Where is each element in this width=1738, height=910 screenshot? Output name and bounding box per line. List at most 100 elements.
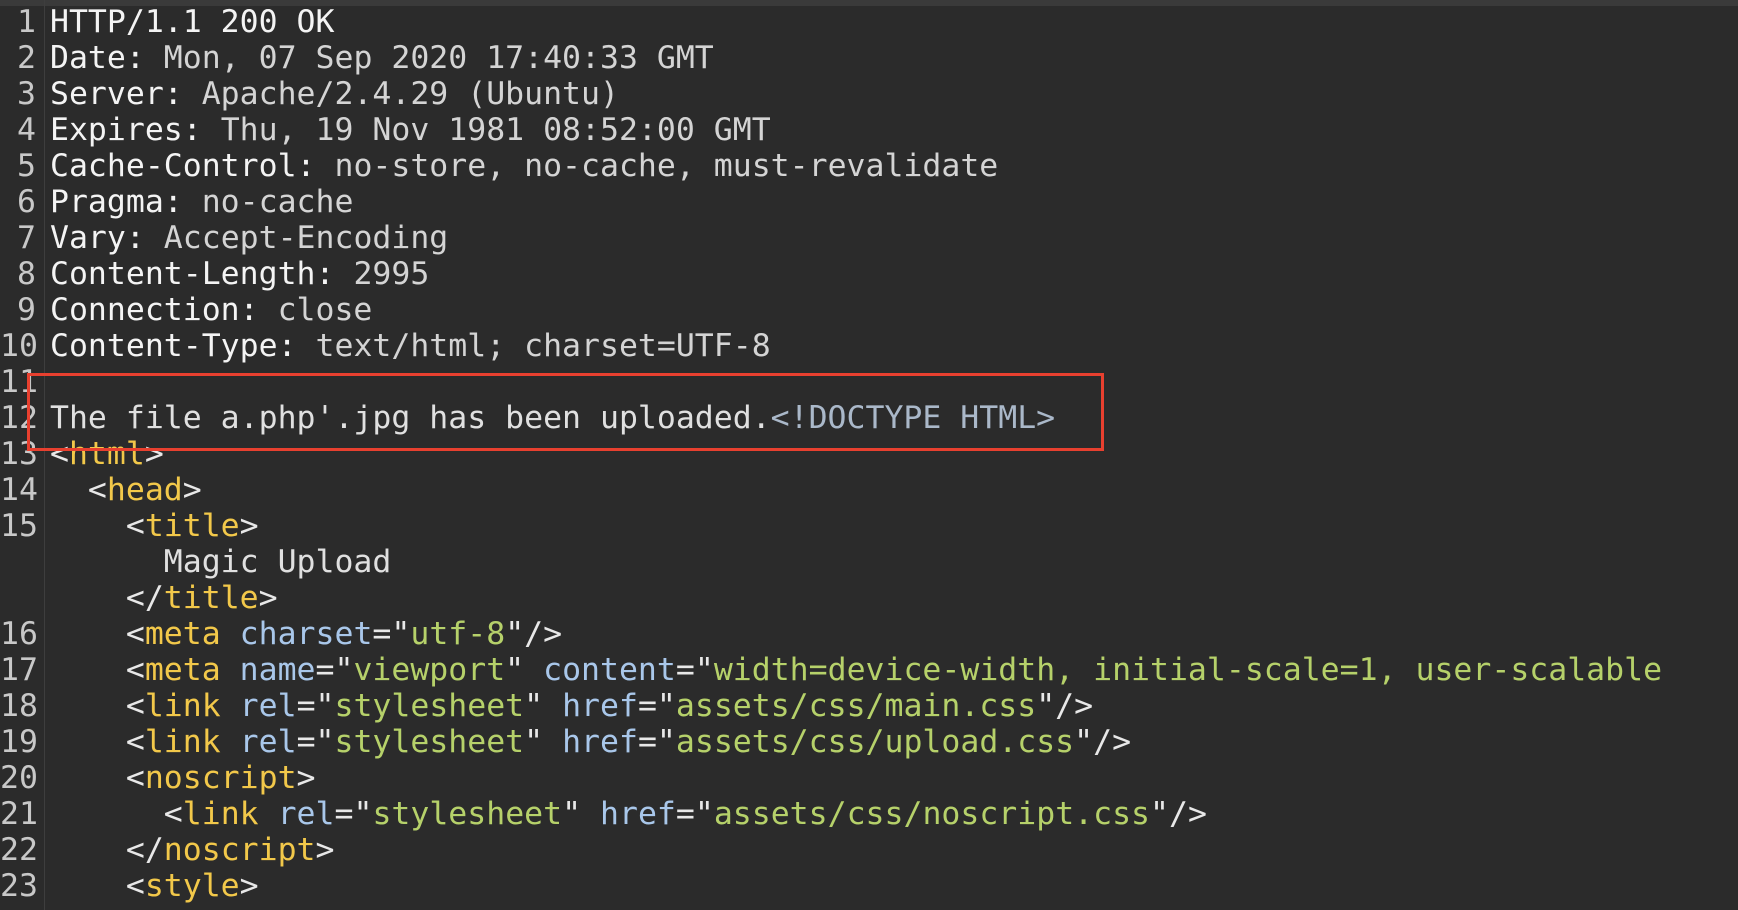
code-token: > — [296, 760, 316, 796]
line-content: </title> — [50, 580, 278, 616]
code-token: viewport — [353, 652, 506, 688]
code-token: stylesheet — [334, 688, 525, 724]
code-token: =" — [315, 652, 354, 688]
line-content: <title> — [50, 508, 259, 544]
code-token: Content-Type: — [50, 328, 316, 364]
line-content: Server: Apache/2.4.29 (Ubuntu) — [50, 76, 619, 112]
code-token: Content-Length: — [50, 256, 354, 292]
code-token: meta — [144, 652, 221, 688]
code-token: width=device-width, initial-scale=1, use… — [713, 652, 1663, 688]
line-number: 18 — [0, 688, 38, 724]
line-content: Connection: close — [50, 292, 372, 328]
line-number: 10 — [0, 328, 38, 364]
code-token: <!DOCTYPE HTML> — [770, 400, 1056, 436]
code-token: > — [239, 508, 259, 544]
code-token: > — [144, 436, 164, 472]
line-number: 21 — [0, 796, 38, 832]
code-token: " — [524, 688, 563, 724]
code-token: < — [50, 472, 107, 508]
code-token: Vary: — [50, 220, 164, 256]
line-number: 9 — [17, 292, 36, 328]
code-token: Mon, 07 Sep 2020 17:40:33 GMT — [163, 40, 714, 76]
line-number: 12 — [0, 400, 38, 436]
code-token: rel — [277, 796, 335, 832]
line-content: <head> — [50, 472, 202, 508]
line-content: Content-Length: 2995 — [50, 256, 429, 292]
code-token: close — [277, 292, 373, 328]
code-token: style — [144, 868, 240, 904]
code-token: =" — [637, 724, 676, 760]
code-token: < — [50, 652, 145, 688]
code-token: </ — [50, 832, 164, 868]
line-content: </noscript> — [50, 832, 335, 868]
line-content: Pragma: no-cache — [50, 184, 353, 220]
code-token: Accept-Encoding — [163, 220, 449, 256]
code-token: link — [144, 724, 221, 760]
line-number: 6 — [17, 184, 36, 220]
line-content: Content-Type: text/html; charset=UTF-8 — [50, 328, 771, 364]
line-content: Cache-Control: no-store, no-cache, must-… — [50, 148, 998, 184]
code-token: > — [239, 868, 259, 904]
line-content: <meta charset="utf-8"/> — [50, 616, 562, 652]
code-token: < — [50, 436, 69, 472]
code-token: =" — [675, 652, 714, 688]
code-token: </ — [50, 580, 164, 616]
line-number: 17 — [0, 652, 38, 688]
code-token: " — [505, 652, 544, 688]
line-content: <link rel="stylesheet" href="assets/css/… — [50, 796, 1207, 832]
code-token: < — [50, 616, 145, 652]
code-token: Apache/2.4.29 (Ubuntu) — [201, 76, 619, 112]
code-token: title — [163, 580, 259, 616]
code-token: no-cache — [201, 184, 354, 220]
line-number: 14 — [0, 472, 38, 508]
line-number: 1 — [17, 4, 36, 40]
http-response-viewer: 1 HTTP/1.1 200 OK 2 Date: Mon, 07 Sep 2020 … — [0, 0, 1738, 910]
line-number: 8 — [17, 256, 36, 292]
line-content: Vary: Accept-Encoding — [50, 220, 448, 256]
line-number: 2 — [17, 40, 36, 76]
code-token: rel — [239, 724, 297, 760]
line-content: <html> — [50, 436, 164, 472]
code-token: name — [239, 652, 316, 688]
code-token: title — [144, 508, 240, 544]
code-token: "/> — [505, 616, 563, 652]
code-token: Date: — [50, 40, 164, 76]
code-token: =" — [372, 616, 411, 652]
line-content: <link rel="stylesheet" href="assets/css/… — [50, 724, 1131, 760]
code-token: < — [50, 508, 145, 544]
code-token: Magic Upload — [50, 544, 392, 580]
code-token: noscript — [144, 760, 297, 796]
line-content: HTTP/1.1 200 OK — [50, 4, 334, 40]
code-token: "/> — [1074, 724, 1132, 760]
code-token: =" — [637, 688, 676, 724]
code-token: html — [68, 436, 145, 472]
code-token: Thu, 19 Nov 1981 08:52:00 GMT — [220, 112, 771, 148]
code-token: charset — [239, 616, 373, 652]
code-token: "/> — [1036, 688, 1094, 724]
code-token: text/html; charset=UTF-8 — [315, 328, 771, 364]
code-token: < — [50, 868, 145, 904]
line-number: 5 — [17, 148, 36, 184]
code-token: " — [562, 796, 601, 832]
line-content: Date: Mon, 07 Sep 2020 17:40:33 GMT — [50, 40, 714, 76]
code-token: " — [524, 724, 563, 760]
code-token: Server: — [50, 76, 202, 112]
code-token: assets/css/upload.css — [675, 724, 1075, 760]
code-token: < — [50, 760, 145, 796]
code-token: stylesheet — [334, 724, 525, 760]
line-number: 16 — [0, 616, 38, 652]
code-token: < — [50, 724, 145, 760]
line-number: 20 — [0, 760, 38, 796]
code-token: > — [258, 580, 278, 616]
code-token: =" — [296, 724, 335, 760]
line-number: 13 — [0, 436, 38, 472]
code-token: noscript — [163, 832, 316, 868]
line-content: <noscript> — [50, 760, 316, 796]
code-token: Pragma: — [50, 184, 202, 220]
code-token: < — [50, 688, 145, 724]
